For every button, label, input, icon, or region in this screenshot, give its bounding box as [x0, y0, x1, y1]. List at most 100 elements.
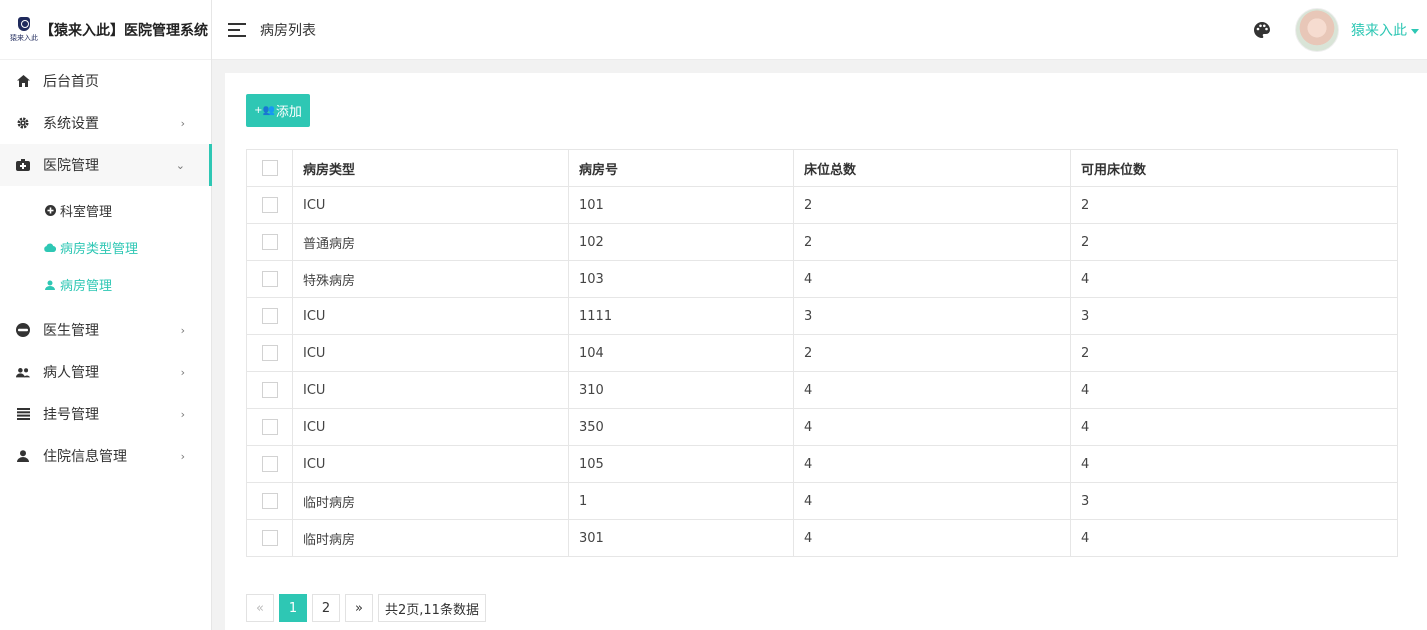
table-cell: ICU	[292, 186, 569, 224]
sidebar-item-label: 系统设置	[43, 116, 99, 132]
row-checkbox-cell	[246, 260, 293, 298]
pagination-info: 共2页,11条数据	[378, 594, 486, 622]
sidebar-item-label: 后台首页	[43, 74, 99, 90]
row-checkbox[interactable]	[261, 271, 278, 287]
table-cell: 2	[1070, 334, 1398, 372]
plus-circle-icon	[44, 205, 56, 217]
add-button-label: 添加	[275, 105, 302, 120]
table-cell: 特殊病房	[292, 260, 569, 298]
table-cell: ICU	[292, 445, 569, 483]
top-header: 病房列表 猿来入此	[212, 0, 1427, 60]
next-page-button[interactable]: »	[345, 594, 373, 622]
palette-icon[interactable]	[1253, 21, 1271, 39]
cloud-icon	[44, 242, 56, 254]
table-cell: 临时病房	[292, 519, 569, 557]
table-row: 临时病房 1 4 3	[246, 482, 1398, 520]
users-icon	[16, 365, 30, 379]
submenu-item-ward[interactable]: 病房管理	[0, 266, 211, 303]
table-cell: 2	[1070, 223, 1398, 261]
row-checkbox[interactable]	[261, 234, 278, 250]
submenu-item-label: 科室管理	[60, 205, 113, 220]
sidebar-item-doctor-management[interactable]: 医生管理 ›	[0, 309, 211, 351]
table-row: ICU 310 4 4	[246, 371, 1398, 409]
table-cell: 3	[1070, 297, 1398, 335]
table-row: 普通病房 102 2 2	[246, 223, 1398, 261]
chevron-right-icon: ›	[180, 407, 185, 421]
table-cell: 3	[1070, 482, 1398, 520]
table-cell: 4	[1070, 445, 1398, 483]
page-title: 病房列表	[260, 22, 316, 39]
sidebar-item-hospital-management[interactable]: 医院管理 ⌄	[0, 144, 212, 186]
table-cell: 4	[793, 260, 1071, 298]
row-checkbox-cell	[246, 445, 293, 483]
sidebar-item-home[interactable]: 后台首页	[0, 60, 211, 102]
table-cell: 2	[1070, 186, 1398, 224]
column-header: 病房类型	[292, 149, 569, 187]
submenu-item-department[interactable]: 科室管理	[0, 192, 211, 229]
sidebar-item-patient-management[interactable]: 病人管理 ›	[0, 351, 211, 393]
table-row: ICU 1111 3 3	[246, 297, 1398, 335]
table-cell: 350	[568, 408, 794, 446]
column-header: 可用床位数	[1070, 149, 1398, 187]
table-cell: 105	[568, 445, 794, 483]
sidebar-item-label: 病人管理	[43, 365, 99, 381]
table-cell: 1	[568, 482, 794, 520]
row-checkbox[interactable]	[261, 308, 278, 324]
user-menu[interactable]: 猿来入此	[1351, 20, 1419, 40]
row-checkbox[interactable]	[261, 197, 278, 213]
table-cell: 102	[568, 223, 794, 261]
submenu-item-ward-type[interactable]: 病房类型管理	[0, 229, 211, 266]
logo-badge-icon	[18, 16, 30, 31]
table-row: ICU 350 4 4	[246, 408, 1398, 446]
sidebar-item-registration-management[interactable]: 挂号管理 ›	[0, 393, 211, 435]
pagination: « 1 2 » 共2页,11条数据	[246, 594, 491, 622]
table-row: ICU 101 2 2	[246, 186, 1398, 224]
sidebar-item-label: 住院信息管理	[43, 449, 127, 465]
username: 猿来入此	[1351, 23, 1407, 39]
row-checkbox[interactable]	[261, 419, 278, 435]
avatar[interactable]	[1295, 8, 1339, 52]
row-checkbox-cell	[246, 297, 293, 335]
hospital-submenu: 科室管理 病房类型管理 病房管理	[0, 186, 211, 309]
table-cell: 1111	[568, 297, 794, 335]
row-checkbox-cell	[246, 223, 293, 261]
row-checkbox-cell	[246, 334, 293, 372]
add-user-icon: +👥	[254, 105, 275, 116]
table-cell: 104	[568, 334, 794, 372]
page-1-button[interactable]: 1	[279, 594, 307, 622]
table-cell: 4	[793, 519, 1071, 557]
select-all-checkbox[interactable]	[261, 160, 278, 176]
ward-table: 病房类型 病房号 床位总数 可用床位数 ICU 101 2 2 普通病房 102 2 2 特殊病…	[246, 149, 1398, 557]
table-cell: 4	[1070, 371, 1398, 409]
sidebar-item-system-settings[interactable]: 系统设置 ›	[0, 102, 211, 144]
table-cell: 4	[793, 445, 1071, 483]
table-row: ICU 105 4 4	[246, 445, 1398, 483]
row-checkbox-cell	[246, 482, 293, 520]
user-icon	[44, 279, 56, 291]
table-header-row: 病房类型 病房号 床位总数 可用床位数	[246, 149, 1398, 187]
table-row: 特殊病房 103 4 4	[246, 260, 1398, 298]
chevron-right-icon: ›	[180, 365, 185, 379]
table-cell: 2	[793, 186, 1071, 224]
brand-title: 【猿来入此】医院管理系统	[40, 22, 208, 39]
sidebar-item-inpatient-management[interactable]: 住院信息管理 ›	[0, 435, 211, 477]
prev-page-button[interactable]: «	[246, 594, 274, 622]
table-cell: 310	[568, 371, 794, 409]
logo: 猿来入此	[10, 10, 38, 50]
column-header: 病房号	[568, 149, 794, 187]
row-checkbox[interactable]	[261, 456, 278, 472]
table-body: ICU 101 2 2 普通病房 102 2 2 特殊病房 103 4 4 ICU 1111 3 3 ICU 10…	[246, 186, 1398, 557]
table-cell: 4	[1070, 408, 1398, 446]
table-cell: 4	[1070, 260, 1398, 298]
table-cell: ICU	[292, 334, 569, 372]
chevron-right-icon: ›	[180, 116, 185, 130]
row-checkbox[interactable]	[261, 345, 278, 361]
row-checkbox[interactable]	[261, 382, 278, 398]
add-button[interactable]: +👥 添加	[246, 94, 310, 127]
menu-toggle-icon[interactable]	[228, 22, 246, 37]
table-row: 临时病房 301 4 4	[246, 519, 1398, 557]
row-checkbox[interactable]	[261, 530, 278, 546]
row-checkbox[interactable]	[261, 493, 278, 509]
page-2-button[interactable]: 2	[312, 594, 340, 622]
sidebar-item-label: 医生管理	[43, 323, 99, 339]
